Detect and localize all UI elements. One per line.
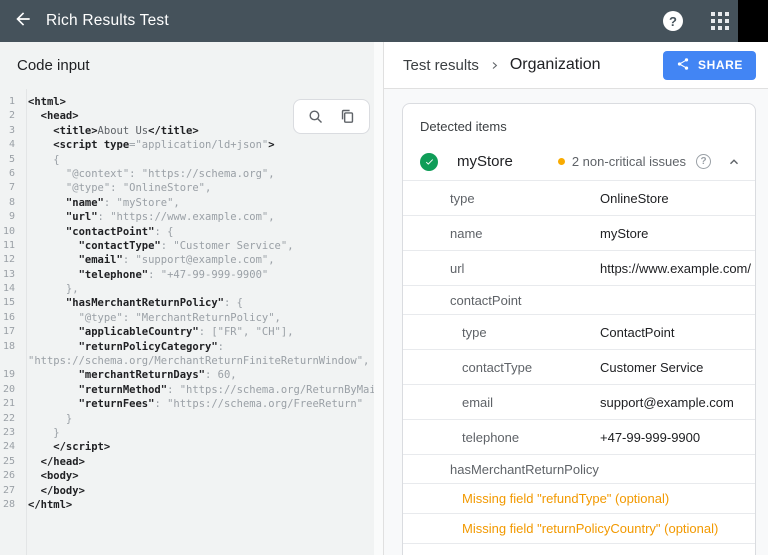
detected-items-label: Detected items bbox=[403, 104, 755, 143]
property-value: ContactPoint bbox=[600, 325, 674, 340]
property-label: email bbox=[462, 395, 493, 410]
code-line: 11 "contactType": "Customer Service", bbox=[0, 239, 374, 253]
breadcrumb-test-results[interactable]: Test results bbox=[403, 57, 479, 74]
avatar[interactable] bbox=[738, 0, 768, 42]
property-label: hasMerchantReturnPolicy bbox=[450, 462, 599, 477]
back-arrow-icon bbox=[13, 9, 33, 34]
code-line: 23 } bbox=[0, 426, 374, 440]
property-value: +47-99-999-9900 bbox=[600, 430, 700, 445]
code-line: 9 "url": "https://www.example.com", bbox=[0, 210, 374, 224]
property-row: email support@example.com bbox=[403, 385, 755, 420]
code-line: 27 </body> bbox=[0, 484, 374, 498]
property-value: support@example.com bbox=[600, 395, 734, 410]
code-line: 13 "telephone": "+47-99-999-9900" bbox=[0, 268, 374, 282]
code-line: 17 "applicableCountry": ["FR", "CH"], bbox=[0, 325, 374, 339]
code-line: 28</html> bbox=[0, 498, 374, 512]
share-icon bbox=[676, 57, 690, 74]
code-line: 7 "@type": "OnlineStore", bbox=[0, 181, 374, 195]
code-line: "https://schema.org/MerchantReturnFinite… bbox=[0, 354, 374, 368]
property-label: type bbox=[462, 325, 487, 340]
item-header-mystore[interactable]: myStore 2 non-critical issues ? bbox=[403, 143, 755, 181]
code-line: 21 "returnFees": "https://schema.org/Fre… bbox=[0, 397, 374, 411]
help-outline-icon[interactable]: ? bbox=[696, 154, 711, 169]
code-line: 15 "hasMerchantReturnPolicy": { bbox=[0, 296, 374, 310]
property-group-row: hasMerchantReturnPolicy bbox=[403, 455, 755, 484]
results-header: Test results Organization SHARE bbox=[384, 42, 768, 89]
property-value: myStore bbox=[600, 226, 648, 241]
code-line: 4 <script type="application/ld+json"> bbox=[0, 138, 374, 152]
detected-items-card: Detected items myStore 2 non-critical is… bbox=[402, 103, 756, 555]
warning-row[interactable]: Missing field "refundType" (optional) bbox=[403, 484, 755, 514]
property-label: contactType bbox=[462, 360, 532, 375]
code-editor[interactable]: 1<html>2 <head>3 <title>About Us</title>… bbox=[0, 89, 374, 555]
property-label: telephone bbox=[462, 430, 519, 445]
results-panel: Test results Organization SHARE Detected… bbox=[384, 42, 768, 555]
code-line: 14 }, bbox=[0, 282, 374, 296]
back-button[interactable] bbox=[0, 0, 46, 42]
property-value: OnlineStore bbox=[600, 191, 669, 206]
help-icon[interactable]: ? bbox=[663, 11, 683, 31]
share-label: SHARE bbox=[698, 58, 743, 72]
property-label: name bbox=[450, 226, 483, 241]
code-line: 6 "@context": "https://schema.org", bbox=[0, 167, 374, 181]
property-row: url https://www.example.com/ bbox=[403, 251, 755, 286]
editor-toolbar bbox=[293, 99, 370, 134]
code-line: 16 "@type": "MerchantReturnPolicy", bbox=[0, 311, 374, 325]
property-value: https://www.example.com/ bbox=[600, 261, 751, 276]
code-line: 19 "merchantReturnDays": 60, bbox=[0, 368, 374, 382]
panel-divider bbox=[374, 42, 384, 555]
results-body: Detected items myStore 2 non-critical is… bbox=[384, 89, 768, 555]
code-line: 25 </head> bbox=[0, 455, 374, 469]
property-row: type OnlineStore bbox=[403, 181, 755, 216]
breadcrumb-organization: Organization bbox=[510, 56, 601, 74]
issues-count: 2 non-critical issues bbox=[572, 154, 686, 169]
code-line: 12 "email": "support@example.com", bbox=[0, 253, 374, 267]
property-row: type ContactPoint bbox=[403, 315, 755, 350]
code-line: 20 "returnMethod": "https://schema.org/R… bbox=[0, 383, 374, 397]
copy-icon[interactable] bbox=[339, 108, 356, 125]
warning-dot-icon bbox=[558, 158, 565, 165]
property-table: type OnlineStore name myStore url https://www… bbox=[403, 181, 755, 555]
code-line: 24 </script> bbox=[0, 440, 374, 454]
property-row: typeMerchantReturnPolicy bbox=[403, 544, 755, 555]
apps-grid-icon[interactable] bbox=[711, 12, 729, 30]
success-check-icon bbox=[420, 153, 438, 171]
app-bar: Rich Results Test ? bbox=[0, 0, 768, 42]
code-line: 5 { bbox=[0, 153, 374, 167]
item-name: myStore bbox=[457, 153, 513, 170]
code-line: 22 } bbox=[0, 412, 374, 426]
code-line: 18 "returnPolicyCategory": bbox=[0, 340, 374, 354]
property-group-row: contactPoint bbox=[403, 286, 755, 315]
warning-row[interactable]: Missing field "returnPolicyCountry" (opt… bbox=[403, 514, 755, 544]
code-line: 26 <body> bbox=[0, 469, 374, 483]
property-label: url bbox=[450, 261, 464, 276]
chevron-up-icon[interactable] bbox=[727, 155, 741, 169]
property-row: contactType Customer Service bbox=[403, 350, 755, 385]
property-label: type bbox=[450, 191, 475, 206]
property-label: Missing field "returnPolicyCountry" (opt… bbox=[462, 521, 718, 536]
app-title: Rich Results Test bbox=[46, 12, 169, 30]
property-row: name myStore bbox=[403, 216, 755, 251]
property-value: Customer Service bbox=[600, 360, 703, 375]
code-input-panel: Code input 1<html>2 <head>3 <title>About… bbox=[0, 42, 374, 555]
code-line: 8 "name": "myStore", bbox=[0, 196, 374, 210]
share-button[interactable]: SHARE bbox=[663, 51, 756, 80]
chevron-right-icon bbox=[490, 61, 499, 70]
code-input-title: Code input bbox=[0, 42, 374, 89]
search-icon[interactable] bbox=[307, 108, 324, 125]
property-label: contactPoint bbox=[450, 293, 522, 308]
property-row: telephone +47-99-999-9900 bbox=[403, 420, 755, 455]
code-lines: 1<html>2 <head>3 <title>About Us</title>… bbox=[0, 89, 374, 512]
code-line: 10 "contactPoint": { bbox=[0, 225, 374, 239]
property-label: Missing field "refundType" (optional) bbox=[462, 491, 669, 506]
